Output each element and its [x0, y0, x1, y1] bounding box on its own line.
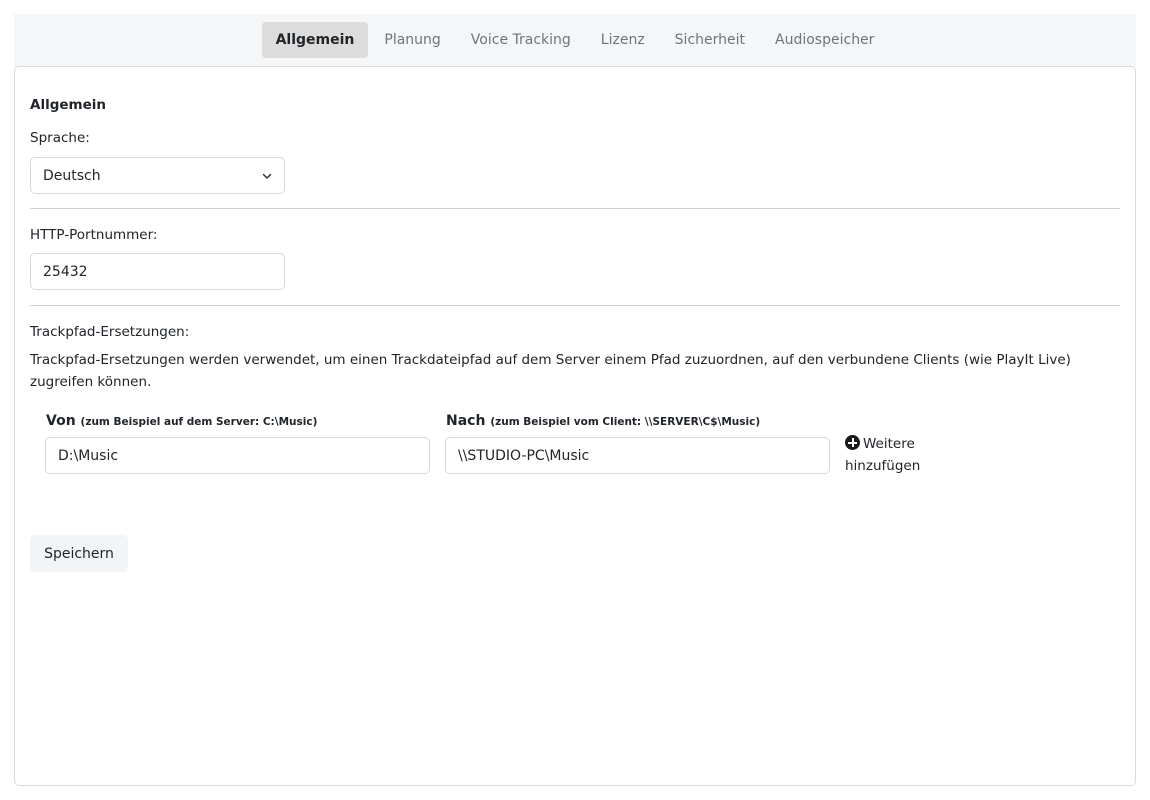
from-path-input[interactable]: D:\Music	[45, 437, 430, 474]
tab-lizenz[interactable]: Lizenz	[587, 22, 659, 58]
to-hint: (zum Beispiel vom Client: \\SERVER\C$\Mu…	[490, 416, 761, 428]
to-label: Nach	[446, 413, 486, 429]
save-button[interactable]: Speichern	[30, 535, 128, 572]
tab-allgemein[interactable]: Allgemein	[261, 22, 369, 58]
plus-circle-icon	[845, 435, 860, 450]
from-hint: (zum Beispiel auf dem Server: C:\Music)	[80, 416, 318, 428]
language-label: Sprache:	[30, 130, 90, 146]
path-replacements-description: Trackpfad-Ersetzungen werden verwendet, …	[30, 352, 1071, 390]
language-select[interactable]: Deutsch	[30, 157, 285, 194]
path-replacements-label: Trackpfad-Ersetzungen:	[30, 324, 190, 340]
tab-voice-tracking[interactable]: Voice Tracking	[457, 22, 585, 58]
tab-bar: Allgemein Planung Voice Tracking Lizenz …	[14, 14, 1136, 67]
chevron-down-icon	[262, 173, 272, 179]
divider	[30, 305, 1120, 306]
divider	[30, 208, 1120, 209]
port-input[interactable]: 25432	[30, 253, 285, 290]
from-column-label: Von (zum Beispiel auf dem Server: C:\Mus…	[46, 413, 317, 429]
to-column-label: Nach (zum Beispiel vom Client: \\SERVER\…	[446, 413, 760, 429]
tab-planung[interactable]: Planung	[370, 22, 454, 58]
section-title: Allgemein	[30, 97, 106, 113]
from-label: Von	[46, 413, 76, 429]
tab-sicherheit[interactable]: Sicherheit	[661, 22, 759, 58]
port-label: HTTP-Portnummer:	[30, 227, 158, 243]
add-more-link[interactable]: Weitere hinzufügen	[845, 433, 955, 477]
settings-panel: Allgemein Sprache: Deutsch HTTP-Portnumm…	[14, 66, 1136, 786]
language-select-value: Deutsch	[43, 167, 101, 184]
to-path-input[interactable]: \\STUDIO-PC\Music	[445, 437, 830, 474]
tab-audiospeicher[interactable]: Audiospeicher	[761, 22, 888, 58]
